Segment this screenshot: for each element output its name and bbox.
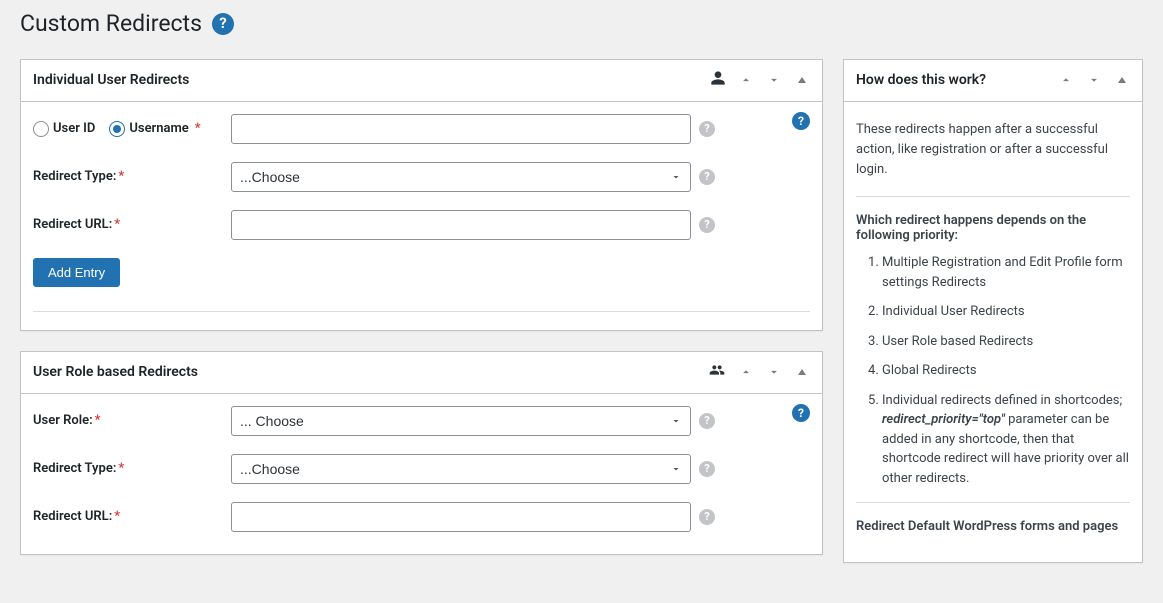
panel-header-role: User Role based Redirects xyxy=(21,352,822,394)
field-help-icon[interactable]: ? xyxy=(699,169,715,185)
add-entry-button[interactable]: Add Entry xyxy=(33,258,120,287)
panel-help-icon[interactable]: ? xyxy=(792,404,810,422)
redirect-url-label: Redirect URL: xyxy=(33,217,112,232)
priority-item: Multiple Registration and Edit Profile f… xyxy=(882,253,1130,292)
divider xyxy=(856,502,1130,503)
page-title-text: Custom Redirects xyxy=(20,9,202,39)
panel-individual-redirects: Individual User Redirects xyxy=(20,59,823,331)
redirect-url-input[interactable] xyxy=(231,502,691,532)
field-help-icon[interactable]: ? xyxy=(699,121,715,137)
redirect-type-label: Redirect Type: xyxy=(33,169,116,184)
username-radio[interactable]: Username * xyxy=(109,121,200,137)
username-radio-label: Username xyxy=(129,121,188,136)
required-marker: * xyxy=(118,461,124,476)
user-id-radio-label: User ID xyxy=(53,121,95,136)
user-icon xyxy=(710,70,726,90)
panel-help-icon[interactable]: ? xyxy=(792,112,810,130)
divider xyxy=(856,196,1130,197)
panel-title-how: How does this work? xyxy=(856,72,986,88)
panel-header-how: How does this work? xyxy=(844,60,1142,102)
move-up-button[interactable] xyxy=(738,364,754,380)
redirect-type-select[interactable]: ...Choose xyxy=(231,162,691,192)
required-marker: * xyxy=(195,121,201,136)
move-down-button[interactable] xyxy=(766,72,782,88)
field-help-icon[interactable]: ? xyxy=(699,509,715,525)
priority-item: Individual User Redirects xyxy=(882,302,1130,322)
panel-role-redirects: User Role based Redirects xyxy=(20,351,823,555)
help-icon[interactable]: ? xyxy=(212,13,234,35)
field-help-icon[interactable]: ? xyxy=(699,413,715,429)
redirect-url-input[interactable] xyxy=(231,210,691,240)
panel-header-individual: Individual User Redirects xyxy=(21,60,822,102)
priority-item: Global Redirects xyxy=(882,361,1130,381)
redirect-type-label: Redirect Type: xyxy=(33,461,116,476)
priority-item: User Role based Redirects xyxy=(882,332,1130,352)
page-title: Custom Redirects ? xyxy=(20,0,1143,59)
priority-item5-em: redirect_priority="top" xyxy=(882,412,1005,427)
toggle-panel-button[interactable] xyxy=(1114,72,1130,88)
field-help-icon[interactable]: ? xyxy=(699,461,715,477)
users-icon xyxy=(708,362,726,382)
toggle-panel-button[interactable] xyxy=(794,364,810,380)
sidebar-intro-text: These redirects happen after a successfu… xyxy=(856,120,1130,180)
username-input[interactable] xyxy=(231,114,691,144)
required-marker: * xyxy=(114,509,120,524)
priority-item: Individual redirects defined in shortcod… xyxy=(882,391,1130,489)
sidebar-footer-heading: Redirect Default WordPress forms and pag… xyxy=(856,519,1130,534)
user-role-select[interactable]: ... Choose xyxy=(231,406,691,436)
redirect-type-select[interactable]: ...Choose xyxy=(231,454,691,484)
sidebar-priority-heading: Which redirect happens depends on the fo… xyxy=(856,213,1130,243)
required-marker: * xyxy=(118,169,124,184)
required-marker: * xyxy=(95,413,101,428)
move-up-button[interactable] xyxy=(738,72,754,88)
move-down-button[interactable] xyxy=(766,364,782,380)
field-help-icon[interactable]: ? xyxy=(699,217,715,233)
toggle-panel-button[interactable] xyxy=(794,72,810,88)
panel-title-individual: Individual User Redirects xyxy=(33,72,189,88)
redirect-url-label: Redirect URL: xyxy=(33,509,112,524)
radio-icon xyxy=(33,121,49,137)
user-role-label: User Role: xyxy=(33,413,93,428)
priority-item5-pre: Individual redirects defined in shortcod… xyxy=(882,393,1122,408)
move-down-button[interactable] xyxy=(1086,72,1102,88)
radio-icon xyxy=(109,121,125,137)
required-marker: * xyxy=(114,217,120,232)
panel-how-it-works: How does this work? These r xyxy=(843,59,1143,563)
sidebar-priority-list: Multiple Registration and Edit Profile f… xyxy=(856,253,1130,488)
divider xyxy=(33,311,810,312)
user-id-radio[interactable]: User ID xyxy=(33,121,95,137)
panel-title-role: User Role based Redirects xyxy=(33,364,198,380)
move-up-button[interactable] xyxy=(1058,72,1074,88)
